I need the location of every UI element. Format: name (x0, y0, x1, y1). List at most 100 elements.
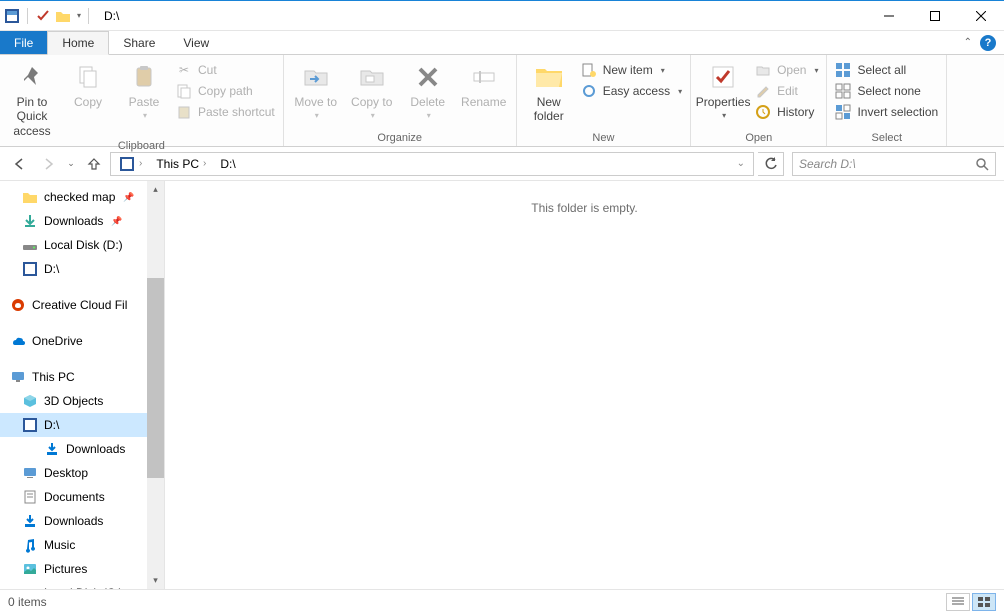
address-field[interactable]: › This PC› D:\ ⌄ (110, 152, 754, 176)
move-to-button[interactable]: Move to▾ (290, 57, 342, 121)
scissors-icon: ✂ (176, 62, 192, 78)
nav-3d-objects[interactable]: 3D Objects (0, 389, 164, 413)
up-button[interactable] (82, 152, 106, 176)
group-organize: Move to▾ Copy to▾ Delete▾ Rename Organiz… (284, 55, 517, 146)
group-new: New folder New item▾ Easy access▾ New (517, 55, 691, 146)
delete-button[interactable]: Delete▾ (402, 57, 454, 121)
drive-icon (22, 585, 38, 589)
nav-ddrive-qa[interactable]: D:\ (0, 257, 164, 281)
this-pc-icon (10, 369, 26, 385)
collapse-ribbon-icon[interactable]: ⌃ (964, 37, 972, 48)
group-label: Select (833, 130, 940, 146)
tab-file[interactable]: File (0, 31, 47, 54)
new-folder-button[interactable]: New folder (523, 57, 575, 124)
delete-icon (412, 61, 444, 93)
edit-icon (755, 83, 771, 99)
3d-objects-icon (22, 393, 38, 409)
pin-icon: 📌 (123, 192, 134, 203)
properties-button[interactable]: Properties▾ (697, 57, 749, 121)
copy-to-icon (356, 61, 388, 93)
details-view-button[interactable] (946, 593, 970, 611)
select-none-button[interactable]: Select none (833, 82, 940, 100)
icons-view-button[interactable] (972, 593, 996, 611)
search-icon[interactable] (969, 157, 995, 171)
scroll-track[interactable] (147, 198, 164, 572)
creative-cloud-icon (10, 297, 26, 313)
copy-path-button[interactable]: Copy path (174, 82, 277, 100)
qat-dropdown-icon[interactable]: ▾ (77, 11, 81, 20)
copy-to-button[interactable]: Copy to▾ (346, 57, 398, 121)
easy-access-button[interactable]: Easy access▾ (579, 82, 684, 100)
open-button[interactable]: Open▾ (753, 61, 820, 79)
pin-icon: 📌 (111, 216, 122, 227)
scroll-down-icon[interactable]: ▾ (147, 572, 164, 589)
pictures-icon (22, 561, 38, 577)
help-icon[interactable]: ? (980, 35, 996, 51)
copy-button[interactable]: Copy (62, 57, 114, 109)
tab-share[interactable]: Share (109, 31, 169, 54)
pin-icon (16, 61, 48, 93)
drive-icon (22, 261, 38, 277)
tab-home[interactable]: Home (47, 31, 109, 55)
nav-pictures[interactable]: Pictures (0, 557, 164, 581)
documents-icon (22, 489, 38, 505)
scroll-thumb[interactable] (147, 278, 164, 478)
nav-local-disk-d-qa[interactable]: Local Disk (D:) (0, 233, 164, 257)
location-icon[interactable]: › (113, 156, 150, 172)
address-dropdown-icon[interactable]: ⌄ (731, 158, 751, 169)
breadcrumb-thispc[interactable]: This PC› (150, 157, 214, 171)
scroll-up-icon[interactable]: ▴ (147, 181, 164, 198)
nav-downloads-qa[interactable]: Downloads📌 (0, 209, 164, 233)
edit-button[interactable]: Edit (753, 82, 820, 100)
drive-icon (22, 417, 38, 433)
refresh-button[interactable] (758, 152, 784, 176)
select-all-button[interactable]: Select all (833, 61, 940, 79)
nav-local-disk-c[interactable]: Local Disk (C:) (0, 581, 164, 589)
search-input[interactable] (793, 157, 969, 171)
nav-scrollbar[interactable]: ▴ ▾ (147, 181, 164, 589)
group-open: Properties▾ Open▾ Edit History Open (691, 55, 827, 146)
properties-qat-icon[interactable] (35, 8, 51, 24)
nav-desktop[interactable]: Desktop (0, 461, 164, 485)
search-box[interactable] (792, 152, 996, 176)
desktop-icon (22, 465, 38, 481)
spacer (223, 31, 963, 54)
close-button[interactable] (958, 1, 1004, 30)
paste-shortcut-button[interactable]: Paste shortcut (174, 103, 277, 121)
nav-downloads[interactable]: Downloads (0, 509, 164, 533)
minimize-button[interactable] (866, 1, 912, 30)
copy-icon (72, 61, 104, 93)
recent-locations-button[interactable]: ⌄ (64, 152, 78, 176)
downloads-icon (44, 441, 60, 457)
nav-this-pc[interactable]: This PC (0, 365, 164, 389)
nav-ddrive[interactable]: D:\ (0, 413, 164, 437)
invert-selection-button[interactable]: Invert selection (833, 103, 940, 121)
copy-path-icon (176, 83, 192, 99)
nav-documents[interactable]: Documents (0, 485, 164, 509)
pin-to-quick-access-button[interactable]: Pin to Quick access (6, 57, 58, 138)
new-item-button[interactable]: New item▾ (579, 61, 684, 79)
downloads-icon (22, 513, 38, 529)
history-button[interactable]: History (753, 103, 820, 121)
rename-button[interactable]: Rename (458, 57, 510, 109)
maximize-button[interactable] (912, 1, 958, 30)
window-title: D:\ (96, 9, 866, 23)
nav-checked-map[interactable]: checked map📌 (0, 185, 164, 209)
nav-onedrive[interactable]: OneDrive (0, 329, 164, 353)
paste-button[interactable]: Paste ▾ (118, 57, 170, 121)
forward-button[interactable] (36, 152, 60, 176)
tab-view[interactable]: View (169, 31, 223, 54)
nav-downloads-sub[interactable]: Downloads (0, 437, 164, 461)
nav-creative-cloud[interactable]: Creative Cloud Fil (0, 293, 164, 317)
navigation-pane: checked map📌 Downloads📌 Local Disk (D:) … (0, 181, 165, 589)
group-select: Select all Select none Invert selection … (827, 55, 947, 146)
cut-button[interactable]: ✂Cut (174, 61, 277, 79)
history-icon (755, 104, 771, 120)
new-folder-icon (533, 61, 565, 93)
breadcrumb-ddrive[interactable]: D:\ (214, 157, 241, 171)
folder-qat-icon[interactable] (55, 8, 71, 24)
group-label: Organize (290, 130, 510, 146)
back-button[interactable] (8, 152, 32, 176)
nav-music[interactable]: Music (0, 533, 164, 557)
folder-icon (22, 189, 38, 205)
